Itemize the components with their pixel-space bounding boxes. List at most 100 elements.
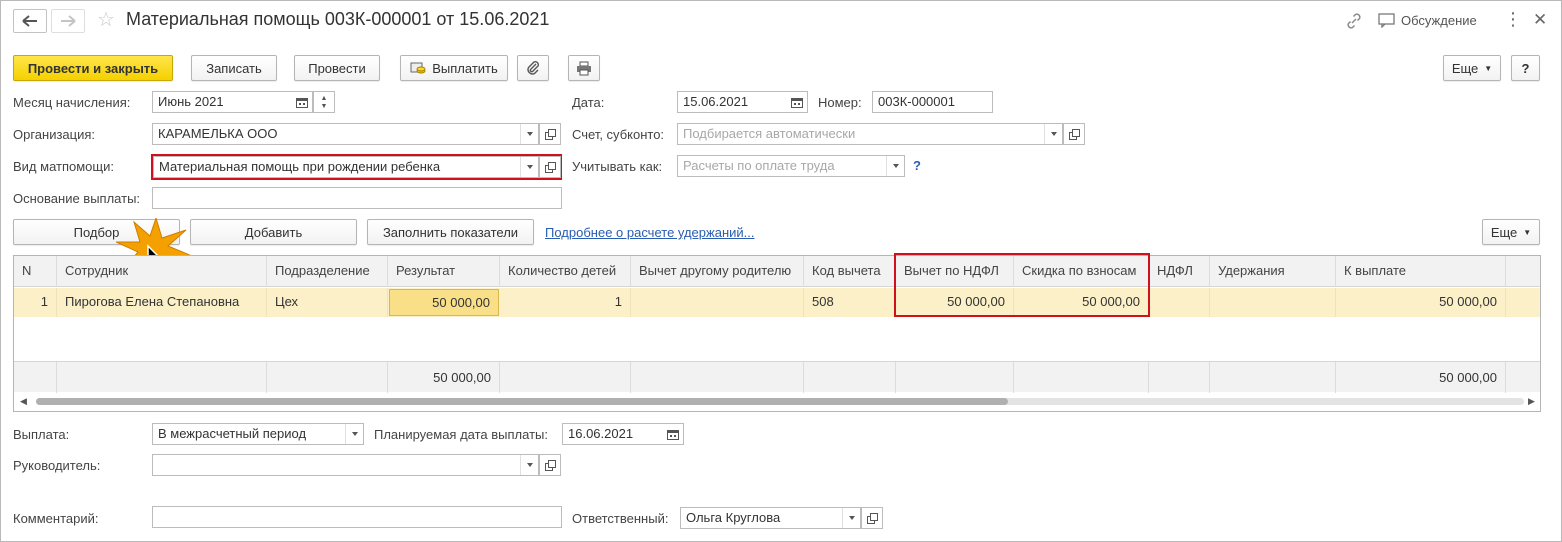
- discussion-button[interactable]: Обсуждение: [1378, 13, 1477, 28]
- organization-label: Организация:: [13, 127, 96, 142]
- help-question-link[interactable]: ?: [913, 158, 921, 173]
- cell-deduction-other-parent[interactable]: [631, 288, 804, 317]
- cell-to-pay[interactable]: 50 000,00: [1336, 288, 1506, 317]
- col-result[interactable]: Результат: [388, 256, 500, 287]
- number-field[interactable]: 003К-000001: [872, 91, 993, 113]
- chevron-down-icon[interactable]: [520, 124, 538, 144]
- scroll-left-icon[interactable]: ◀: [20, 396, 27, 407]
- calendar-icon[interactable]: [663, 424, 683, 444]
- open-manager-button[interactable]: [539, 454, 561, 476]
- open-responsible-button[interactable]: [861, 507, 883, 529]
- plan-date-label: Планируемая дата выплаты:: [374, 427, 548, 442]
- post-button[interactable]: Провести: [294, 55, 380, 81]
- cell-ndfl[interactable]: [1149, 288, 1210, 317]
- post-and-close-button[interactable]: Провести и закрыть: [13, 55, 173, 81]
- date-label: Дата:: [572, 95, 605, 110]
- month-label: Месяц начисления:: [13, 95, 131, 110]
- calendar-icon[interactable]: [787, 92, 807, 112]
- cell-result[interactable]: 50 000,00: [389, 289, 499, 316]
- arrow-left-icon: [22, 15, 37, 27]
- col-to-pay[interactable]: К выплате: [1336, 256, 1506, 287]
- more-vertical-icon[interactable]: ⋮: [1504, 10, 1522, 28]
- cell-deduction-code[interactable]: 508: [804, 288, 896, 317]
- open-icon: [544, 128, 556, 140]
- manager-field[interactable]: [152, 454, 539, 476]
- chevron-down-icon[interactable]: [520, 157, 538, 177]
- fill-indicators-button[interactable]: Заполнить показатели: [367, 219, 534, 245]
- table-header: N Сотрудник Подразделение Результат Коли…: [14, 256, 1540, 287]
- more-button[interactable]: Еще ▼: [1443, 55, 1501, 81]
- col-children-count[interactable]: Количество детей: [500, 256, 631, 287]
- col-deduction-code[interactable]: Код вычета: [804, 256, 896, 287]
- paperclip-icon: [527, 61, 539, 75]
- total-discount: [1014, 362, 1149, 393]
- scroll-right-icon[interactable]: ▶: [1528, 396, 1535, 407]
- col-withholdings[interactable]: Удержания: [1210, 256, 1336, 287]
- attach-button[interactable]: [517, 55, 549, 81]
- calc-details-link[interactable]: Подробнее о расчете удержаний...: [545, 225, 755, 240]
- table-row[interactable]: 1 Пирогова Елена Степановна Цех 50 000,0…: [14, 288, 1540, 317]
- open-organization-button[interactable]: [539, 123, 561, 145]
- col-department[interactable]: Подразделение: [267, 256, 388, 287]
- forward-button[interactable]: [51, 9, 85, 33]
- calendar-icon[interactable]: [292, 92, 312, 112]
- save-button[interactable]: Записать: [191, 55, 277, 81]
- cell-children-count[interactable]: 1: [500, 288, 631, 317]
- col-ndfl[interactable]: НДФЛ: [1149, 256, 1210, 287]
- comment-field[interactable]: [152, 506, 562, 528]
- page-title: Материальная помощь 003К-000001 от 15.06…: [126, 9, 550, 29]
- print-button[interactable]: [568, 55, 600, 81]
- horizontal-scrollbar[interactable]: ◀ ▶: [14, 393, 1540, 411]
- aid-type-value: Материальная помощь при рождении ребенка: [159, 159, 441, 174]
- chevron-down-icon[interactable]: [886, 156, 904, 176]
- cell-department[interactable]: Цех: [267, 288, 388, 317]
- date-value: 15.06.2021: [683, 94, 749, 109]
- chevron-down-icon[interactable]: [520, 455, 538, 475]
- chat-icon: [1378, 13, 1395, 28]
- pay-button[interactable]: Выплатить: [400, 55, 508, 81]
- add-button[interactable]: Добавить: [190, 219, 357, 245]
- basis-field[interactable]: [152, 187, 562, 209]
- total-department: [267, 362, 388, 393]
- aid-type-field[interactable]: Материальная помощь при рождении ребенка: [153, 156, 539, 178]
- number-label: Номер:: [818, 95, 862, 110]
- cell-n[interactable]: 1: [14, 288, 57, 317]
- close-icon[interactable]: ✕: [1533, 11, 1547, 29]
- chevron-down-icon[interactable]: [1044, 124, 1062, 144]
- cell-employee[interactable]: Пирогова Елена Степановна: [57, 288, 267, 317]
- date-field[interactable]: 15.06.2021: [677, 91, 808, 113]
- organization-field[interactable]: КАРАМЕЛЬКА ООО: [152, 123, 539, 145]
- month-spinner[interactable]: ▲ ▼: [313, 91, 335, 113]
- cell-withholdings[interactable]: [1210, 288, 1336, 317]
- total-withholdings: [1210, 362, 1336, 393]
- chevron-down-icon[interactable]: [842, 508, 860, 528]
- col-deduction-other-parent[interactable]: Вычет другому родителю: [631, 256, 804, 287]
- col-employee[interactable]: Сотрудник: [57, 256, 267, 287]
- back-button[interactable]: [13, 9, 47, 33]
- highlight-deduction-columns: [894, 253, 1150, 317]
- chevron-down-icon[interactable]: [345, 424, 363, 444]
- scroll-thumb[interactable]: [36, 398, 1008, 405]
- month-value: Июнь 2021: [158, 94, 224, 109]
- col-n[interactable]: N: [14, 256, 57, 287]
- account-field[interactable]: Подбирается автоматически: [677, 123, 1063, 145]
- month-field[interactable]: Июнь 2021: [152, 91, 313, 113]
- number-value: 003К-000001: [878, 94, 955, 109]
- plan-date-field[interactable]: 16.06.2021: [562, 423, 684, 445]
- total-to-pay: 50 000,00: [1336, 362, 1506, 393]
- open-account-button[interactable]: [1063, 123, 1085, 145]
- manager-label: Руководитель:: [13, 458, 101, 473]
- help-button[interactable]: ?: [1511, 55, 1540, 81]
- payment-field[interactable]: В межрасчетный период: [152, 423, 364, 445]
- link-icon[interactable]: [1345, 12, 1363, 33]
- table-more-button[interactable]: Еще ▼: [1482, 219, 1540, 245]
- account-as-field[interactable]: Расчеты по оплате труда: [677, 155, 905, 177]
- responsible-field[interactable]: Ольга Круглова: [680, 507, 861, 529]
- coins-icon: [410, 62, 426, 74]
- favorite-star-icon[interactable]: ☆: [97, 10, 115, 30]
- total-employee: [57, 362, 267, 393]
- open-aid-type-button[interactable]: [539, 156, 561, 178]
- spin-down-icon[interactable]: ▼: [314, 101, 334, 111]
- arrow-right-icon: [61, 15, 76, 27]
- open-icon: [544, 161, 556, 173]
